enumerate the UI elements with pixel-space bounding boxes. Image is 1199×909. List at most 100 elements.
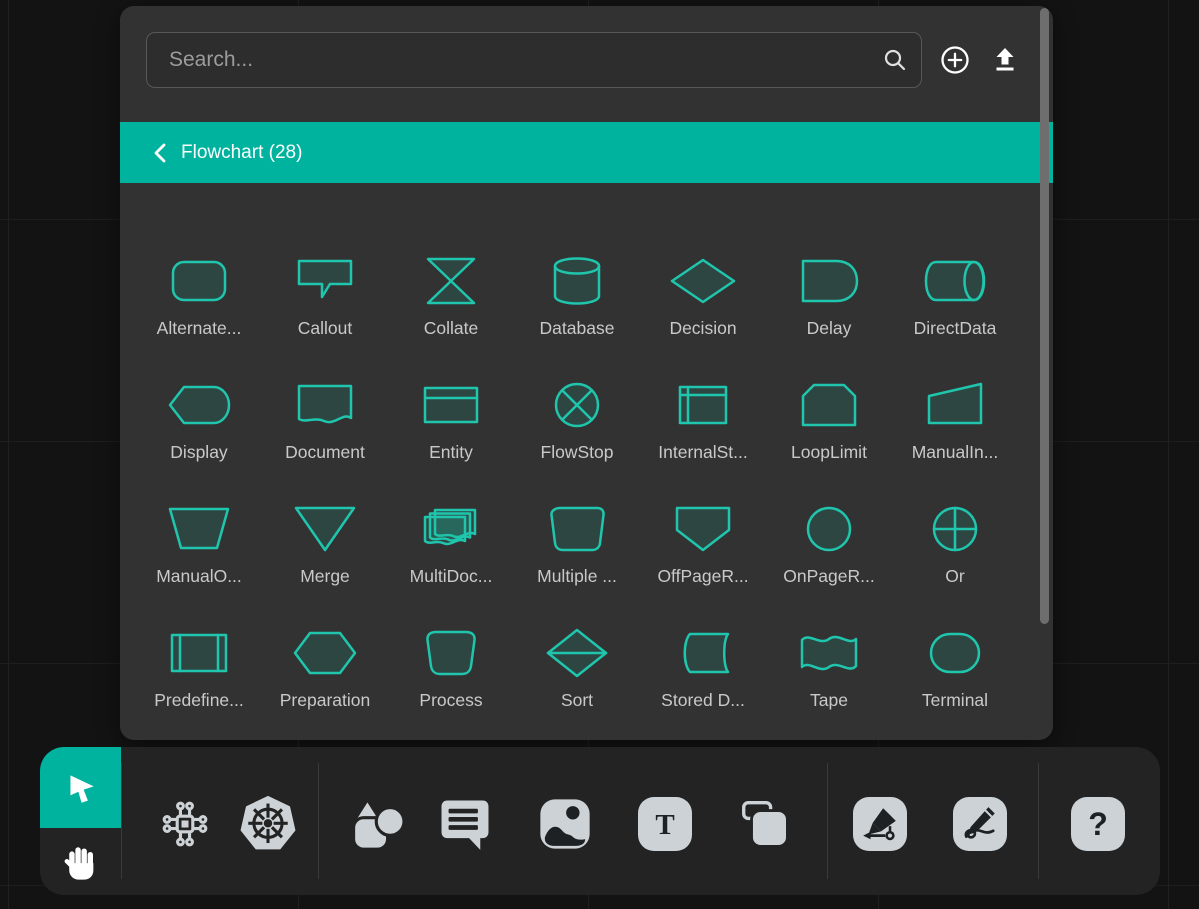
toolbar-divider [1038, 763, 1039, 879]
shape-tile-flowstop[interactable]: FlowStop [514, 365, 640, 489]
image-tool-button[interactable] [537, 796, 593, 852]
shape-tile-preparation[interactable]: Preparation [262, 613, 388, 737]
help-button[interactable]: ? [1071, 797, 1125, 851]
shape-label: DirectData [914, 318, 997, 339]
shape-tile-directdata[interactable]: DirectData [892, 241, 1018, 365]
shape-tile-alternate[interactable]: Alternate... [136, 241, 262, 365]
shape-label: Entity [429, 442, 473, 463]
shape-tile-terminal[interactable]: Terminal [892, 613, 1018, 737]
entity-shape-icon [411, 377, 491, 433]
edge-pen-background [853, 797, 907, 851]
shape-tile-process[interactable]: Process [388, 613, 514, 737]
shape-label: MultiDoc... [410, 566, 493, 587]
shape-tile-merge[interactable]: Merge [262, 489, 388, 613]
panel-scrollbar-thumb[interactable] [1040, 8, 1049, 624]
shape-label: OnPageR... [783, 566, 874, 587]
shape-tile-sort[interactable]: Sort [514, 613, 640, 737]
upload-icon[interactable] [988, 43, 1022, 77]
shape-label: Or [945, 566, 964, 587]
shape-label: Merge [300, 566, 350, 587]
text-tool-letter: T [655, 809, 674, 841]
toolbar-divider [121, 763, 122, 879]
mesh-tool-button[interactable] [159, 798, 211, 850]
shape-tile-entity[interactable]: Entity [388, 365, 514, 489]
sketch-pencil-background [953, 797, 1007, 851]
add-circle-icon[interactable] [938, 43, 972, 77]
shape-tile-predefinedprocess[interactable]: Predefine... [136, 613, 262, 737]
internalstorage-shape-icon [663, 377, 743, 433]
search-icon [882, 47, 908, 73]
cursor-icon [62, 769, 100, 807]
shape-label: OffPageR... [657, 566, 748, 587]
diagram-canvas[interactable]: { "colors": { "accent": "#00b39f", "shap… [0, 0, 1199, 909]
sketch-pencil-tool-button[interactable] [953, 797, 1007, 851]
sketch-pencil-icon [960, 804, 1000, 844]
shape-tile-delay[interactable]: Delay [766, 241, 892, 365]
kubernetes-tool-button[interactable] [237, 793, 299, 855]
shape-label: Terminal [922, 690, 988, 711]
edge-pen-tool-button[interactable] [853, 797, 907, 851]
help-glyph: ? [1088, 806, 1108, 842]
shape-tile-callout[interactable]: Callout [262, 241, 388, 365]
process-shape-icon [411, 625, 491, 681]
shape-tile-storeddata[interactable]: Stored D... [640, 613, 766, 737]
shape-tile-manualoperation[interactable]: ManualO... [136, 489, 262, 613]
shape-label: Collate [424, 318, 478, 339]
shape-label: Display [170, 442, 227, 463]
shape-label: Preparation [280, 690, 370, 711]
shape-tile-display[interactable]: Display [136, 365, 262, 489]
shape-tile-document[interactable]: Document [262, 365, 388, 489]
manualoperation-shape-icon [159, 501, 239, 557]
shape-label: Callout [298, 318, 352, 339]
shape-label: Multiple ... [537, 566, 617, 587]
decision-shape-icon [663, 253, 743, 309]
comment-tool-button[interactable] [437, 797, 493, 851]
shape-tile-database[interactable]: Database [514, 241, 640, 365]
shapes-tool-button[interactable] [346, 796, 404, 852]
shape-tile-multidocument[interactable]: MultiDoc... [388, 489, 514, 613]
offpagereference-shape-icon [663, 501, 743, 557]
text-tool-button[interactable]: T [638, 797, 692, 851]
flowstop-shape-icon [537, 377, 617, 433]
shape-tile-manualinput[interactable]: ManualIn... [892, 365, 1018, 489]
toolbar-divider [318, 763, 319, 879]
shape-tile-multipleprocess[interactable]: Multiple ... [514, 489, 640, 613]
shape-tile-looplimit[interactable]: LoopLimit [766, 365, 892, 489]
search-input[interactable] [146, 32, 922, 88]
shape-tile-offpagereference[interactable]: OffPageR... [640, 489, 766, 613]
shape-tile-onpagereference[interactable]: OnPageR... [766, 489, 892, 613]
pan-tool-button[interactable] [40, 828, 121, 895]
select-tool-button[interactable] [40, 747, 121, 828]
shape-label: Alternate... [157, 318, 242, 339]
database-shape-icon [537, 253, 617, 309]
collate-shape-icon [411, 253, 491, 309]
shape-label: Delay [807, 318, 852, 339]
shape-tile-or[interactable]: Or [892, 489, 1018, 613]
text-tool-background: T [638, 797, 692, 851]
shape-tile-internalstorage[interactable]: InternalSt... [640, 365, 766, 489]
delay-shape-icon [789, 253, 869, 309]
category-title: Flowchart (28) [181, 142, 302, 164]
note-icon [737, 796, 793, 852]
help-icon: ? [1074, 800, 1122, 848]
shape-tile-collate[interactable]: Collate [388, 241, 514, 365]
directdata-shape-icon [915, 253, 995, 309]
shape-label: LoopLimit [791, 442, 867, 463]
sort-shape-icon [537, 625, 617, 681]
shape-tile-decision[interactable]: Decision [640, 241, 766, 365]
shape-label: InternalSt... [658, 442, 748, 463]
shape-tile-tape[interactable]: Tape [766, 613, 892, 737]
shape-label: Predefine... [154, 690, 244, 711]
alternate-shape-icon [159, 253, 239, 309]
shape-label: Process [419, 690, 482, 711]
shape-label: Document [285, 442, 365, 463]
shape-label: Decision [669, 318, 736, 339]
callout-shape-icon [285, 253, 365, 309]
toolbar-divider [827, 763, 828, 879]
looplimit-shape-icon [789, 377, 869, 433]
shape-label: ManualIn... [912, 442, 999, 463]
multidocument-shape-icon [411, 501, 491, 557]
category-header-back[interactable]: Flowchart (28) [120, 122, 1053, 183]
note-tool-button[interactable] [737, 796, 793, 852]
terminal-shape-icon [915, 625, 995, 681]
